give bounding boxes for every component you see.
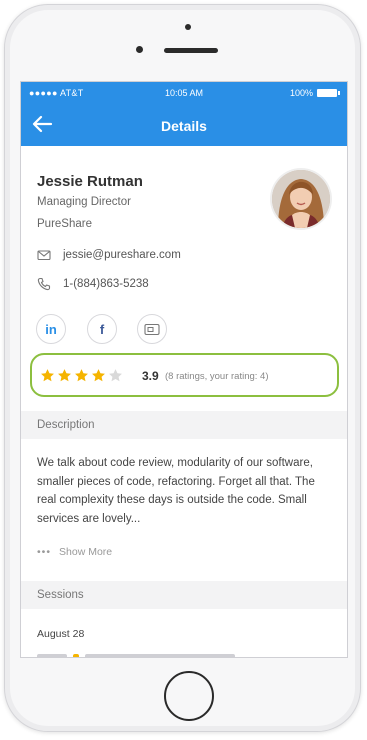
session-row-peek[interactable]	[37, 652, 257, 657]
phone-text: 1-(884)863-5238	[63, 278, 149, 290]
star-filled-icon[interactable]	[91, 368, 106, 383]
profile-name: Jessie Rutman	[37, 173, 143, 190]
battery-icon	[317, 89, 340, 97]
facebook-button[interactable]: f	[87, 314, 117, 344]
session-date: August 28	[37, 628, 85, 640]
star-filled-icon[interactable]	[40, 368, 55, 383]
linkedin-button[interactable]: in	[36, 314, 66, 344]
contact-card-button[interactable]	[137, 314, 167, 344]
email-text: jessie@pureshare.com	[63, 249, 181, 261]
star-filled-icon[interactable]	[74, 368, 89, 383]
show-more-label: Show More	[59, 546, 113, 558]
phone-row[interactable]: 1-(884)863-5238	[37, 277, 149, 291]
rating-widget[interactable]: 3.9 (8 ratings, your rating: 4)	[30, 353, 339, 397]
app-screen: ●●●●● AT&T 10:05 AM 100% Details Jessie …	[20, 81, 348, 658]
star-filled-icon[interactable]	[57, 368, 72, 383]
mail-icon	[37, 250, 51, 261]
more-dots-icon: •••	[37, 546, 52, 558]
nav-bar: Details	[21, 104, 347, 146]
description-header: Description	[21, 411, 347, 439]
avatar	[272, 170, 330, 228]
sessions-header: Sessions	[21, 581, 347, 609]
phone-icon	[37, 277, 51, 291]
earpiece-speaker	[164, 48, 218, 53]
email-row[interactable]: jessie@pureshare.com	[37, 248, 181, 262]
status-bar: ●●●●● AT&T 10:05 AM 100%	[21, 82, 347, 104]
star-rating[interactable]	[40, 368, 123, 383]
rating-value: 3.9	[142, 369, 159, 383]
rating-meta: (8 ratings, your rating: 4)	[165, 371, 269, 382]
front-camera	[136, 46, 143, 53]
home-button[interactable]	[164, 671, 214, 721]
contact-card-icon	[144, 323, 160, 335]
profile-role: Managing Director	[37, 196, 131, 208]
show-more-link[interactable]: ••• Show More	[37, 546, 112, 558]
page-title: Details	[161, 118, 207, 134]
description-text: We talk about code review, modularity of…	[37, 457, 315, 525]
linkedin-icon: in	[45, 321, 57, 337]
status-battery-percent: 100%	[289, 88, 313, 98]
front-sensor	[185, 24, 191, 30]
profile-company: PureShare	[37, 218, 92, 230]
facebook-icon: f	[99, 321, 105, 337]
star-empty-icon[interactable]	[108, 368, 123, 383]
